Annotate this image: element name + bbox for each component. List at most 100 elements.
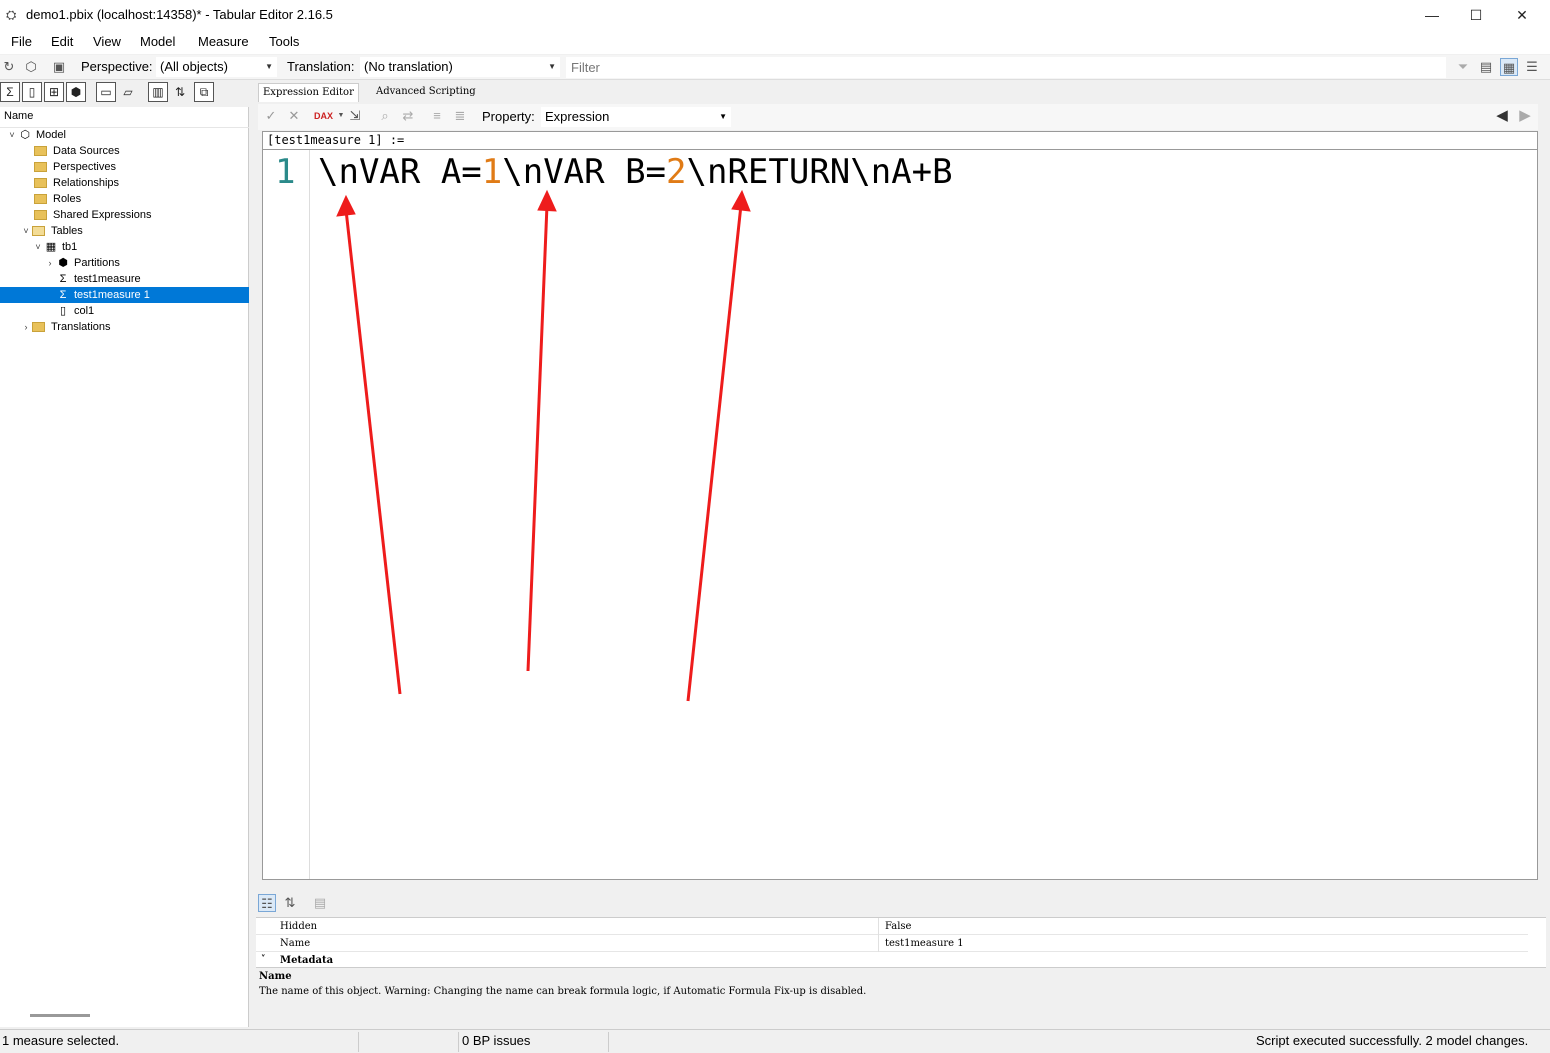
tree-node-test1measure[interactable]: Σtest1measure (56, 271, 141, 287)
save-icon[interactable]: ▣ (50, 58, 68, 76)
tab-advanced-scripting[interactable]: Advanced Scripting (372, 83, 480, 102)
show-measures-icon[interactable]: Σ (0, 82, 20, 102)
property-key: Hidden (280, 921, 318, 932)
perspective-view-icon[interactable]: ⧉ (194, 82, 214, 102)
menu-tools[interactable]: Tools (269, 34, 299, 49)
list-icon[interactable]: ☰ (1523, 58, 1541, 76)
folder-icon (34, 178, 47, 189)
property-dropdown[interactable]: Expression ▼ (541, 107, 731, 127)
chevron-right-icon[interactable]: › (20, 319, 32, 335)
model-icon: ⬡ (20, 129, 30, 141)
tree-node-data-sources[interactable]: Data Sources (34, 143, 120, 159)
tree-node-perspectives[interactable]: Perspectives (34, 159, 116, 175)
tree-node-relationships[interactable]: Relationships (34, 175, 119, 191)
perspective-dropdown[interactable]: (All objects) ▼ (156, 57, 277, 77)
property-value[interactable]: test1measure 1 (885, 935, 964, 952)
open-icon[interactable]: ↻ (0, 58, 18, 76)
accept-icon[interactable]: ✓ (262, 107, 280, 125)
tree-node-shared-expressions[interactable]: Shared Expressions (34, 207, 151, 223)
property-description: Name The name of this object. Warning: C… (256, 967, 1546, 1025)
filter-icon[interactable]: ⏷ (1454, 58, 1472, 76)
code-token: \nVAR B= (502, 152, 667, 192)
chevron-down-icon[interactable]: ˅ (20, 223, 32, 239)
status-divider (458, 1032, 459, 1052)
code-number-token: 2 (666, 152, 687, 192)
status-bar: 1 measure selected. 0 BP issues Script e… (0, 1029, 1550, 1053)
code-token: \nRETURN\nA+B (686, 152, 953, 192)
measure-icon: Σ (59, 289, 67, 301)
property-divider (878, 935, 879, 952)
menu-measure[interactable]: Measure (198, 34, 249, 49)
selection-status: 1 measure selected. (2, 1033, 120, 1048)
dax-formatter-icon[interactable]: DAX (314, 107, 333, 125)
dependencies-icon[interactable]: ⇲ (346, 107, 364, 125)
menu-model[interactable]: Model (140, 34, 175, 49)
model-tree: Name ˅ ⬡ Model Data Sources Perspectives R… (0, 107, 249, 1027)
chevron-right-icon[interactable]: › (44, 255, 56, 271)
minimize-button[interactable]: — (1409, 0, 1455, 30)
filter-input[interactable]: Filter (566, 57, 1446, 78)
property-key: Name (280, 938, 311, 949)
translation-dropdown[interactable]: (No translation) ▼ (360, 57, 560, 77)
layout-active-icon[interactable]: ▦ (1500, 58, 1518, 76)
forward-icon[interactable]: ▶ (1516, 107, 1534, 125)
open-folder-icon (32, 226, 45, 237)
uncomment-icon[interactable]: ≣ (451, 107, 469, 125)
sort-az-icon[interactable]: ⇅ (281, 894, 299, 912)
property-row-name[interactable]: Name test1measure 1 (256, 935, 1528, 952)
tab-expression-editor[interactable]: Expression Editor (258, 83, 359, 102)
tree-node-test1measure-1[interactable]: Σtest1measure 1 (0, 287, 249, 303)
tree-node-partitions[interactable]: › ⬢ Partitions (44, 255, 120, 271)
app-icon: ⛭ (6, 7, 17, 22)
replace-icon[interactable]: ⇄ (399, 107, 417, 125)
chevron-down-icon[interactable]: ˅ (32, 239, 44, 255)
translation-label: Translation: (287, 59, 355, 74)
tree-node-translations[interactable]: › Translations (20, 319, 111, 335)
perspective-label: Perspective: (81, 59, 153, 74)
perspective-value: (All objects) (160, 59, 228, 74)
property-pages-icon[interactable]: ▤ (311, 894, 329, 912)
table-icon: ▦ (45, 241, 57, 253)
chevron-down-icon[interactable]: ˅ (6, 127, 18, 143)
tree-node-col1[interactable]: ▯ col1 (56, 303, 94, 319)
message-status: Script executed successfully. 2 model ch… (1256, 1033, 1529, 1048)
hidden-objects-icon[interactable]: ▱ (118, 82, 138, 102)
close-button[interactable]: ✕ (1499, 0, 1545, 30)
show-hierarchies-icon[interactable]: ⊞ (44, 82, 64, 102)
property-grid-toolbar: ☷ ⇅ ▤ (256, 891, 1546, 917)
columns-view-icon[interactable]: ▥ (148, 82, 168, 102)
comment-icon[interactable]: ≡ (428, 107, 446, 125)
tree-node-tb1[interactable]: ˅ ▦ tb1 (32, 239, 77, 255)
property-divider (878, 918, 879, 935)
code-line[interactable]: \nVAR A=1\nVAR B=2\nRETURN\nA+B (318, 152, 953, 192)
partitions-icon: ⬢ (58, 257, 68, 269)
find-icon[interactable]: ⌕ (376, 107, 394, 125)
bp-issues-status[interactable]: 0 BP issues (462, 1033, 530, 1048)
display-folders-icon[interactable]: ▭ (96, 82, 116, 102)
sort-az-icon[interactable]: ⇅ (170, 82, 190, 102)
tree-node-model[interactable]: ˅ ⬡ Model (6, 127, 249, 143)
property-value[interactable]: False (885, 918, 911, 935)
menu-edit[interactable]: Edit (51, 34, 73, 49)
tree-node-roles[interactable]: Roles (34, 191, 81, 207)
back-icon[interactable]: ◀ (1493, 107, 1511, 125)
property-row-hidden[interactable]: Hidden False (256, 918, 1528, 935)
chevron-down-icon: ▼ (265, 62, 273, 71)
chevron-down-icon: ▼ (719, 112, 727, 121)
tree-node-tables[interactable]: ˅ Tables (20, 223, 82, 239)
maximize-button[interactable]: ☐ (1453, 0, 1499, 30)
editor-tabs: Expression Editor Advanced Scripting (258, 80, 1548, 102)
categorized-icon[interactable]: ☷ (258, 894, 276, 912)
code-editor[interactable]: 1 \nVAR A=1\nVAR B=2\nRETURN\nA+B (262, 149, 1538, 880)
deploy-icon[interactable]: ⬡ (22, 58, 40, 76)
layout-icon[interactable]: ▤ (1477, 58, 1495, 76)
cancel-icon[interactable]: ✕ (285, 107, 303, 125)
menu-view[interactable]: View (93, 34, 121, 49)
horizontal-scrollbar[interactable] (30, 1014, 90, 1017)
code-number-token: 1 (481, 152, 503, 192)
folder-icon (34, 162, 47, 173)
show-columns-icon[interactable]: ▯ (22, 82, 42, 102)
folder-icon (34, 194, 47, 205)
show-partitions-icon[interactable]: ⬢ (66, 82, 86, 102)
menu-file[interactable]: File (11, 34, 32, 49)
